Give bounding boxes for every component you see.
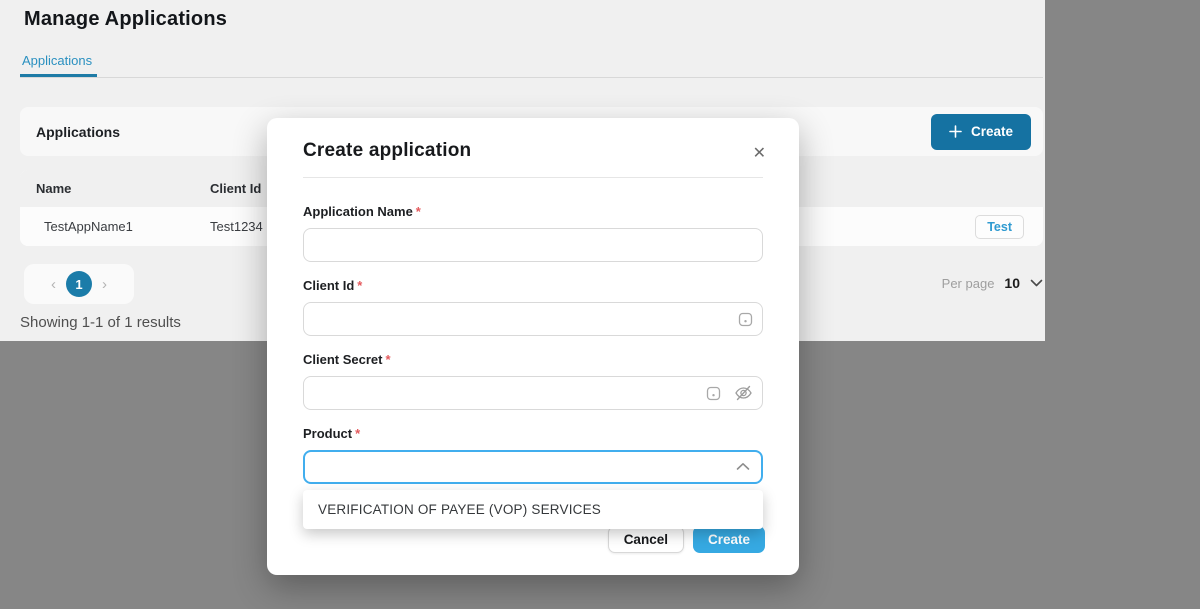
product-select[interactable] xyxy=(303,450,763,484)
client-id-label: Client Id* xyxy=(303,278,763,293)
per-page-value: 10 xyxy=(1004,275,1020,291)
label-text: Application Name xyxy=(303,204,413,219)
per-page-label: Per page xyxy=(942,276,995,291)
dropdown-option-vop-services[interactable]: VERIFICATION OF PAYEE (VOP) SERVICES xyxy=(303,490,763,529)
cell-name: TestAppName1 xyxy=(20,219,210,234)
modal-footer: Cancel Create xyxy=(267,526,799,575)
required-asterisk: * xyxy=(416,204,421,219)
application-name-label: Application Name* xyxy=(303,204,763,219)
create-button-label: Create xyxy=(971,124,1013,139)
modal-header-divider xyxy=(303,177,763,178)
application-name-input[interactable] xyxy=(303,228,763,262)
create-button[interactable]: Create xyxy=(931,114,1031,150)
panel-title: Applications xyxy=(36,124,120,140)
pagination-prev-icon[interactable]: ‹ xyxy=(51,277,56,292)
page-title: Manage Applications xyxy=(24,8,227,31)
product-label: Product* xyxy=(303,426,763,441)
required-asterisk: * xyxy=(385,352,390,367)
field-client-secret: Client Secret* xyxy=(303,352,763,410)
client-id-input[interactable] xyxy=(303,302,763,336)
plus-icon xyxy=(949,125,962,138)
cancel-button[interactable]: Cancel xyxy=(608,526,684,553)
modal-header: Create application ✕ xyxy=(267,118,799,177)
close-icon[interactable]: ✕ xyxy=(753,146,766,162)
eye-off-icon[interactable] xyxy=(734,385,753,401)
test-button[interactable]: Test xyxy=(975,215,1024,239)
pagination-page-1[interactable]: 1 xyxy=(66,271,92,297)
label-text: Client Id xyxy=(303,278,354,293)
client-secret-input[interactable] xyxy=(303,376,763,410)
per-page-select[interactable]: Per page 10 xyxy=(942,275,1043,291)
client-secret-label: Client Secret* xyxy=(303,352,763,367)
modal-body: Application Name* Client Id* Client xyxy=(267,204,799,484)
field-product: Product* VERIFICATION OF PAYEE (VOP) SER… xyxy=(303,426,763,484)
required-asterisk: * xyxy=(355,426,360,441)
tab-bar-divider xyxy=(20,77,1043,78)
field-application-name: Application Name* xyxy=(303,204,763,262)
modal-create-button[interactable]: Create xyxy=(693,526,765,553)
label-text: Client Secret xyxy=(303,352,382,367)
autofill-icon[interactable] xyxy=(706,386,721,401)
modal-title: Create application xyxy=(303,140,763,162)
required-asterisk: * xyxy=(357,278,362,293)
cell-actions: Test xyxy=(975,215,1043,239)
autofill-icon[interactable] xyxy=(738,312,753,327)
column-header-name: Name xyxy=(20,181,210,196)
chevron-down-icon xyxy=(1030,279,1043,287)
pagination: ‹ 1 › xyxy=(24,264,134,304)
pagination-next-icon[interactable]: › xyxy=(102,277,107,292)
field-client-id: Client Id* xyxy=(303,278,763,336)
create-application-modal: Create application ✕ Application Name* C… xyxy=(267,118,799,575)
tab-applications[interactable]: Applications xyxy=(22,53,92,68)
product-dropdown: VERIFICATION OF PAYEE (VOP) SERVICES xyxy=(303,490,763,529)
chevron-up-icon xyxy=(736,462,750,471)
label-text: Product xyxy=(303,426,352,441)
results-summary: Showing 1-1 of 1 results xyxy=(20,314,181,331)
